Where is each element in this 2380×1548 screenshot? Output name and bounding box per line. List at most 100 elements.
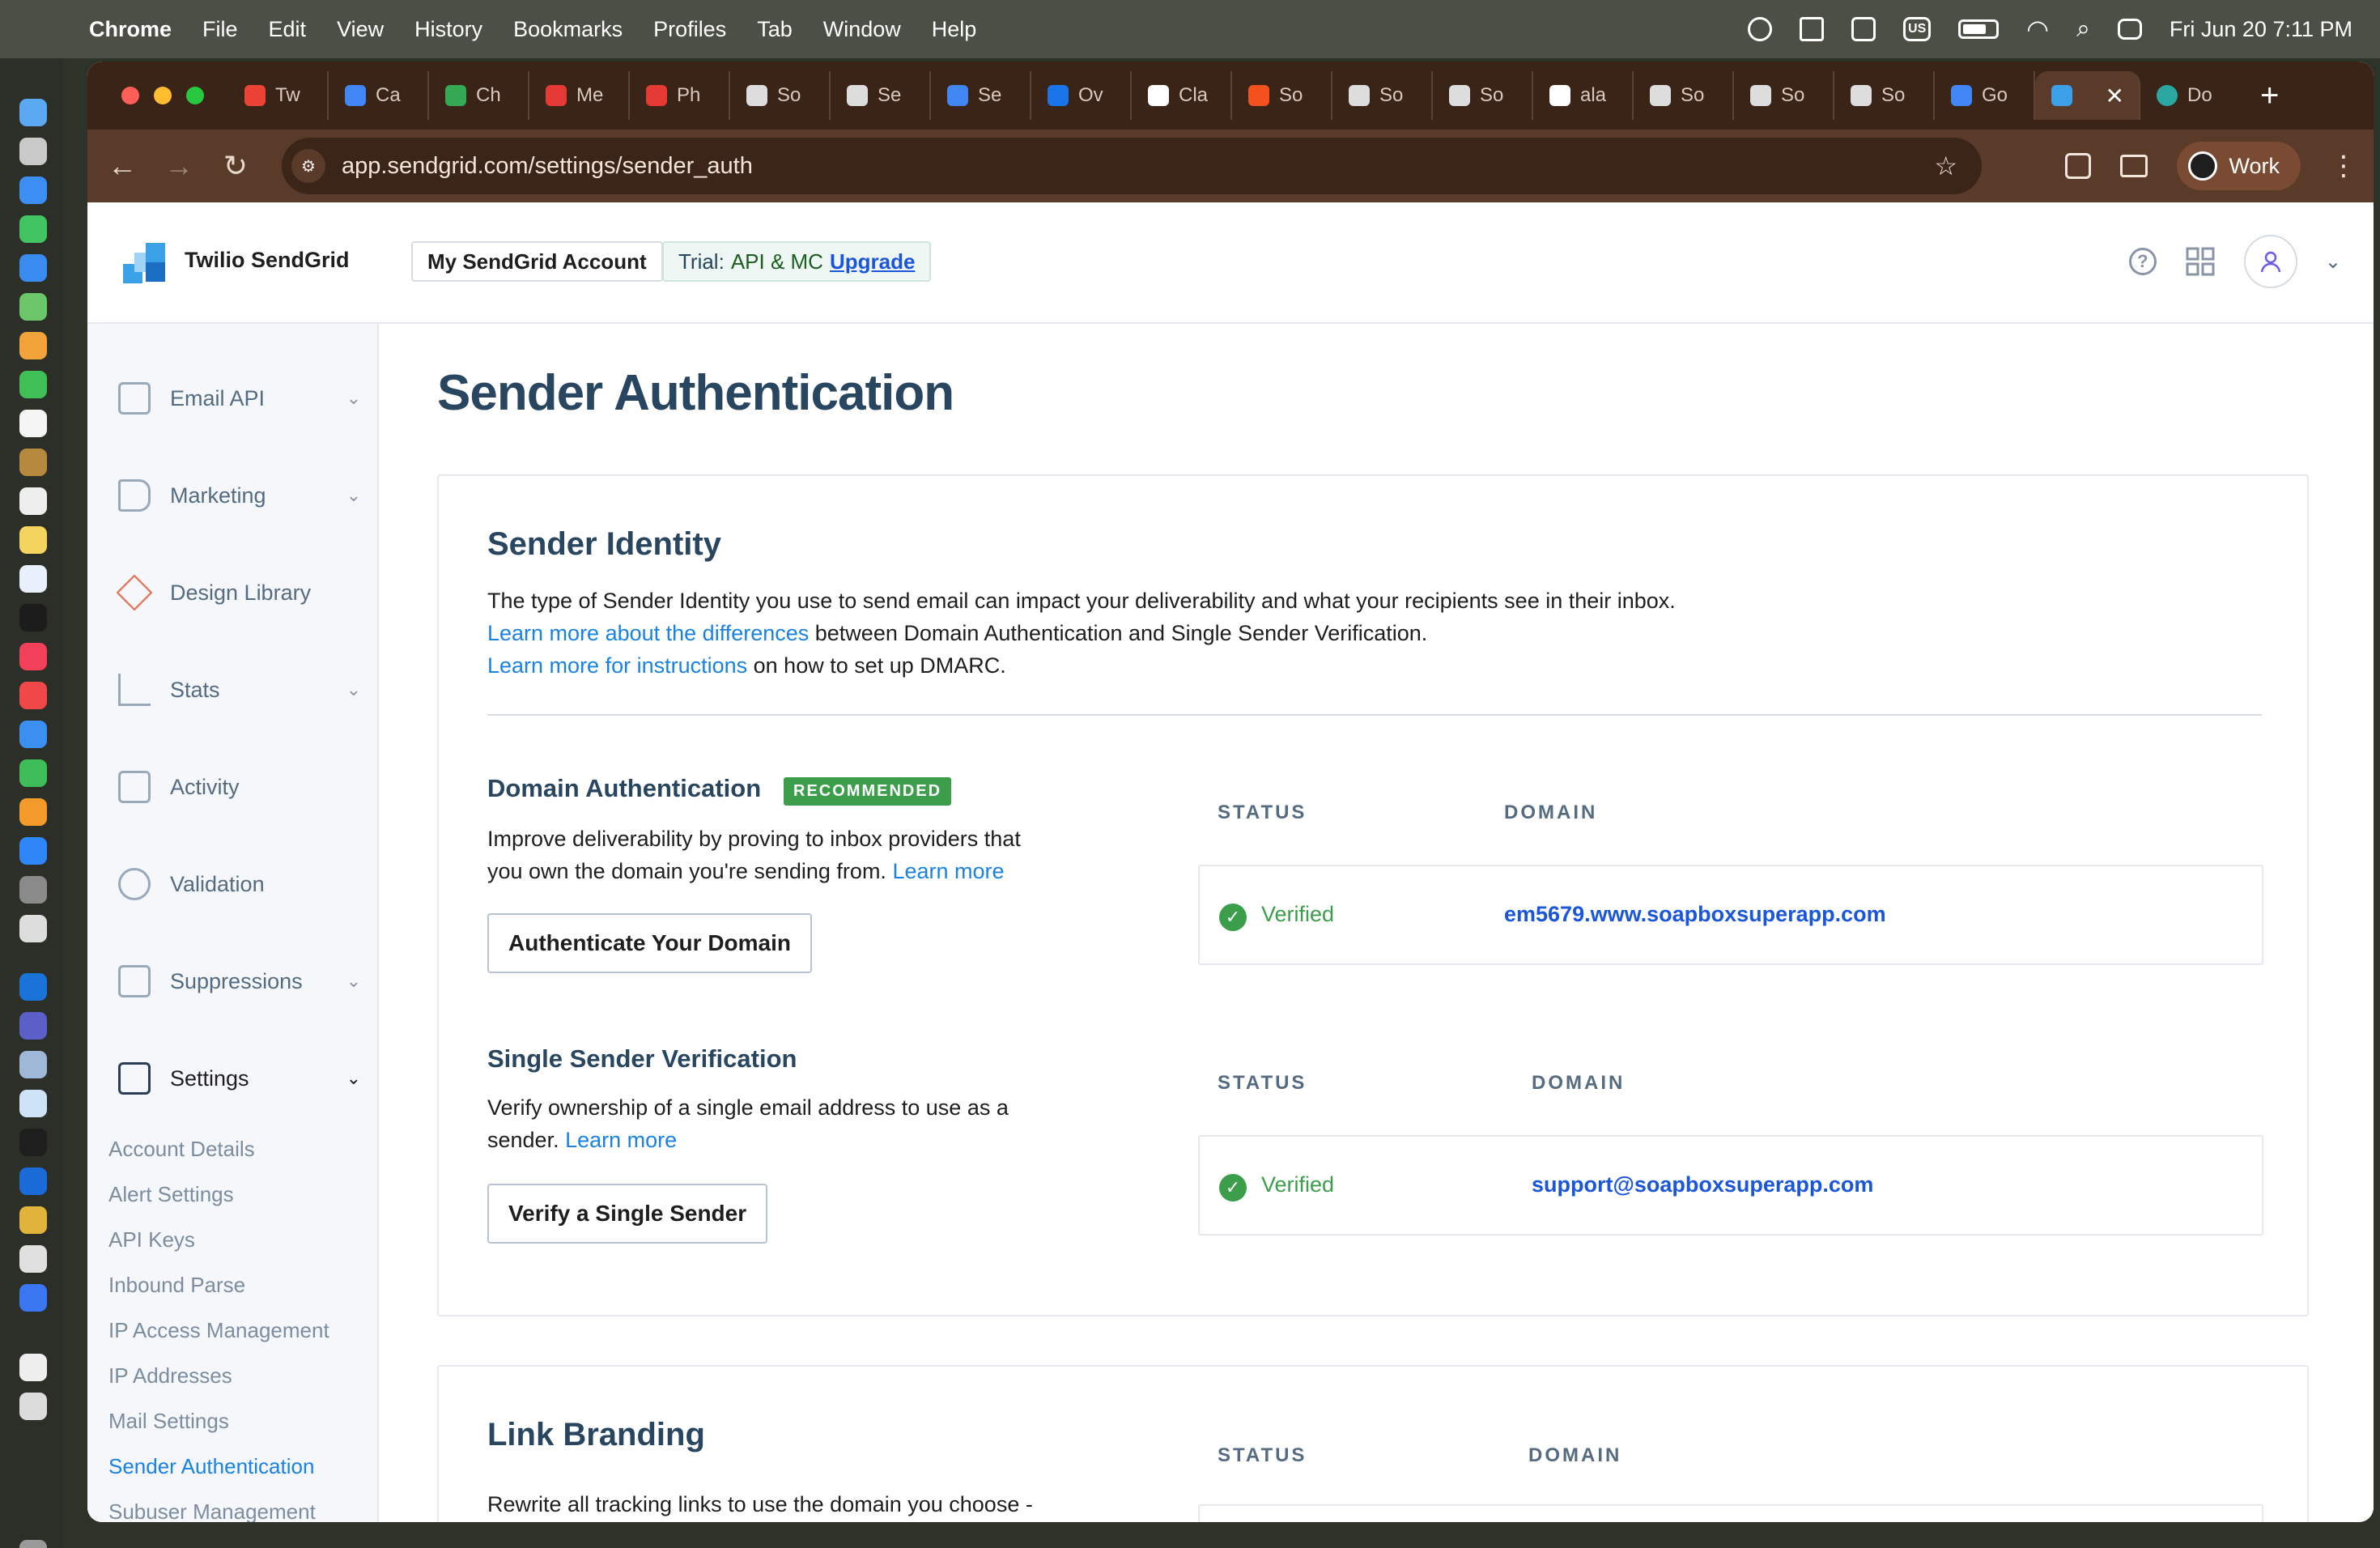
xcode-icon[interactable]	[19, 915, 47, 942]
maps-icon[interactable]	[19, 293, 47, 321]
sidebar-item-stats[interactable]: Stats ⌄	[118, 664, 361, 716]
sidebar-item-settings[interactable]: Settings ⌄	[118, 1053, 361, 1104]
bookmark-star-icon[interactable]: ☆	[1934, 151, 1957, 181]
control-center-icon[interactable]	[2117, 19, 2142, 40]
facetime-icon[interactable]	[19, 371, 47, 398]
launchpad-icon[interactable]	[19, 138, 47, 165]
tab-14[interactable]: So	[1634, 71, 1734, 120]
back-icon[interactable]: ←	[94, 149, 151, 183]
freeform-icon[interactable]	[19, 565, 47, 593]
sidebar-item-email-api[interactable]: Email API ⌄	[118, 372, 361, 424]
password-manager-icon[interactable]	[1748, 17, 1773, 41]
menu-profiles[interactable]: Profiles	[653, 17, 726, 42]
extensions-icon[interactable]	[2065, 153, 2092, 179]
battery-icon[interactable]	[1958, 19, 2000, 39]
settings-sub-mail-settings[interactable]: Mail Settings	[108, 1409, 229, 1434]
tab-0[interactable]: Tw	[228, 71, 329, 120]
link-branding-row[interactable]	[1198, 1504, 2263, 1522]
settings-sub-subuser[interactable]: Subuser Management	[108, 1499, 316, 1522]
reminders-icon[interactable]	[19, 487, 47, 515]
verified-sender-link[interactable]: support@soapboxsuperapp.com	[1532, 1172, 1873, 1197]
url-text[interactable]: app.sendgrid.com/settings/sender_auth	[342, 153, 753, 180]
tab-9[interactable]: Cla	[1132, 71, 1232, 120]
input-source-icon[interactable]: US	[1903, 17, 1932, 41]
menu-help[interactable]: Help	[932, 17, 977, 42]
forward-icon[interactable]: →	[151, 149, 207, 183]
clock[interactable]: Fri Jun 20 7:11 PM	[2170, 17, 2352, 42]
menu-file[interactable]: File	[202, 17, 238, 42]
single-sender-row[interactable]: ✓ Verified support@soapboxsuperapp.com	[1198, 1135, 2263, 1235]
document-icon[interactable]	[19, 1354, 47, 1381]
tab-15[interactable]: So	[1734, 71, 1834, 120]
tab-active-sendgrid[interactable]: ✕	[2035, 71, 2140, 120]
chrome-menu-icon[interactable]: ⋮	[2330, 150, 2357, 182]
pages-icon[interactable]	[19, 798, 47, 826]
preview-icon[interactable]	[19, 1051, 47, 1078]
tab-10[interactable]: So	[1232, 71, 1332, 120]
close-tab-icon[interactable]: ✕	[2106, 83, 2124, 109]
menu-tab[interactable]: Tab	[757, 17, 793, 42]
tab-docs[interactable]: Do	[2140, 71, 2241, 120]
authenticated-domain-link[interactable]: em5679.www.soapboxsuperapp.com	[1504, 902, 1886, 927]
settings-sub-ip-addresses[interactable]: IP Addresses	[108, 1363, 232, 1389]
domain-auth-row[interactable]: ✓ Verified em5679.www.soapboxsuperapp.co…	[1198, 865, 2263, 965]
profile-button[interactable]: Work	[2177, 142, 2301, 190]
menu-edit[interactable]: Edit	[269, 17, 307, 42]
settings-sub-sender-auth[interactable]: Sender Authentication	[108, 1454, 314, 1479]
tab-11[interactable]: So	[1332, 71, 1433, 120]
settings-sub-alert-settings[interactable]: Alert Settings	[108, 1182, 234, 1207]
sendgrid-logo[interactable]	[123, 243, 167, 283]
site-settings-icon[interactable]: ⚙	[291, 149, 325, 183]
sidebar-item-validation[interactable]: Validation	[118, 858, 361, 910]
tab-16[interactable]: So	[1834, 71, 1935, 120]
sidebar-item-marketing[interactable]: Marketing ⌄	[118, 470, 361, 521]
chrome-icon[interactable]	[19, 1206, 47, 1234]
close-window-button[interactable]	[121, 87, 139, 104]
tab-13[interactable]: ala	[1533, 71, 1634, 120]
numbers-icon[interactable]	[19, 759, 47, 787]
tab-5[interactable]: So	[730, 71, 831, 120]
tab-3[interactable]: Me	[529, 71, 630, 120]
domain-learn-more-link[interactable]: Learn more	[892, 859, 1004, 883]
photos-icon[interactable]	[19, 332, 47, 359]
calendar-icon[interactable]	[19, 410, 47, 437]
trash-icon[interactable]	[19, 1540, 47, 1548]
stickies-icon[interactable]	[19, 526, 47, 554]
address-bar[interactable]: ⚙ app.sendgrid.com/settings/sender_auth …	[282, 138, 1982, 194]
mail-icon[interactable]	[19, 254, 47, 282]
teams-dock-icon[interactable]	[19, 1012, 47, 1040]
verify-single-sender-button[interactable]: Verify a Single Sender	[487, 1184, 768, 1244]
music-icon[interactable]	[19, 643, 47, 670]
minimize-window-button[interactable]	[154, 87, 172, 104]
outlook-dock-icon[interactable]	[19, 973, 47, 1001]
tab-17[interactable]: Go	[1935, 71, 2035, 120]
outlook-icon[interactable]	[1800, 17, 1825, 41]
search-icon[interactable]: ⌕	[2076, 15, 2090, 43]
wifi-icon[interactable]: ◠	[2026, 14, 2049, 45]
settings-sub-account-details[interactable]: Account Details	[108, 1137, 255, 1162]
tv-icon[interactable]	[19, 604, 47, 632]
utility-icon[interactable]	[19, 1090, 47, 1117]
my-account-button[interactable]: My SendGrid Account	[411, 241, 663, 282]
menu-window[interactable]: Window	[823, 17, 901, 42]
settings-sub-api-keys[interactable]: API Keys	[108, 1227, 195, 1252]
app-grid-icon[interactable]	[2184, 245, 2216, 278]
tab-6[interactable]: Se	[831, 71, 931, 120]
cast-icon[interactable]	[2120, 155, 2148, 177]
upgrade-link[interactable]: Upgrade	[830, 249, 915, 274]
user-avatar-icon[interactable]	[2243, 235, 2297, 288]
menu-history[interactable]: History	[414, 17, 482, 42]
sidebar-item-design-library[interactable]: Design Library	[116, 567, 361, 619]
keynote-icon[interactable]	[19, 721, 47, 748]
tab-1[interactable]: Ca	[329, 71, 429, 120]
tab-7[interactable]: Se	[931, 71, 1031, 120]
app-store-icon[interactable]	[19, 837, 47, 865]
notes-icon[interactable]	[19, 449, 47, 476]
terminal-icon[interactable]	[19, 1129, 47, 1156]
differences-link[interactable]: Learn more about the differences	[487, 621, 809, 645]
signal-icon[interactable]	[19, 1284, 47, 1312]
system-settings-icon[interactable]	[19, 876, 47, 904]
user-menu-chevron-icon[interactable]: ⌄	[2325, 250, 2341, 274]
tab-4[interactable]: Ph	[630, 71, 730, 120]
authenticate-domain-button[interactable]: Authenticate Your Domain	[487, 913, 813, 973]
